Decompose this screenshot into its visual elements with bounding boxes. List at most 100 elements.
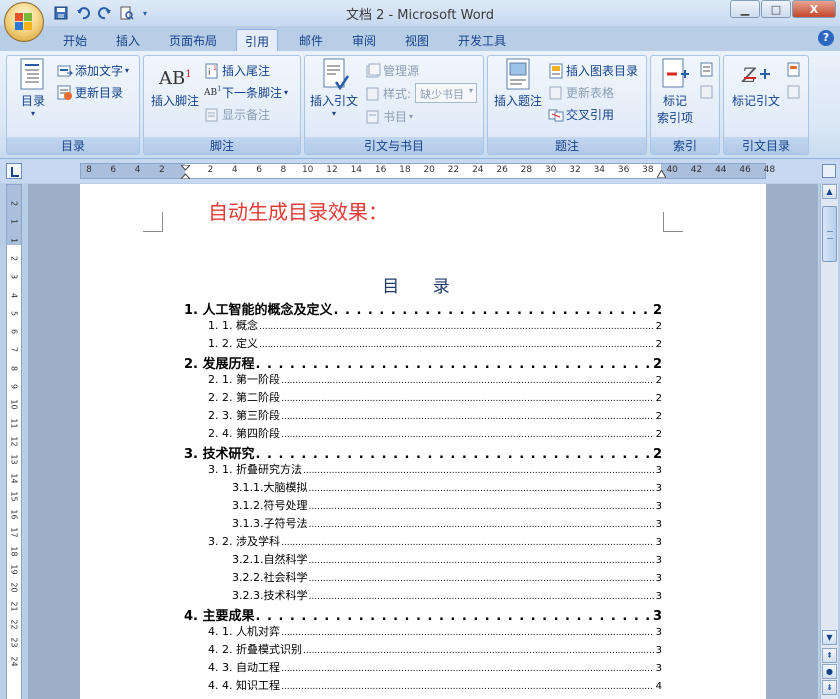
- bibliography-style-value: 缺少书目: [420, 88, 464, 101]
- toc-entry[interactable]: 4. 4. 知识工程 4: [184, 677, 662, 693]
- view-ruler-icon[interactable]: [822, 164, 836, 178]
- toc-entry[interactable]: 2. 4. 第四阶段 2: [184, 425, 662, 441]
- table-of-contents-icon: [17, 58, 49, 90]
- toc-entry[interactable]: 2. 发展历程 2: [184, 353, 662, 372]
- ruler-number: 18: [399, 165, 411, 175]
- toc-entry[interactable]: 3.2.2.社会科学 3: [184, 569, 662, 585]
- toc-entry-text: 2. 2. 第二阶段: [208, 391, 280, 404]
- close-button[interactable]: X: [792, 0, 836, 18]
- tab-view[interactable]: 视图: [397, 29, 437, 51]
- toc-page-number: 2: [655, 339, 662, 350]
- toc-entry-text: 4. 1. 人机对弈: [208, 625, 280, 638]
- update-table-button[interactable]: 更新表格: [548, 84, 614, 101]
- select-browse-object-button[interactable]: ●: [822, 664, 837, 679]
- vertical-scrollbar[interactable]: ▲ ▼ ⇞ ● ⇟: [820, 184, 838, 699]
- insert-table-of-figures-label: 插入图表目录: [566, 64, 639, 78]
- insert-citation-button[interactable]: 插入引文 ▾: [307, 58, 361, 118]
- toc-button[interactable]: 目录 ▾: [13, 58, 53, 118]
- mark-citation-button[interactable]: Z 标记引文: [728, 58, 784, 109]
- mark-entry-button[interactable]: 标记 索引项: [655, 58, 695, 126]
- insert-table-of-figures-button[interactable]: 插入图表目录: [548, 62, 638, 79]
- maximize-button[interactable]: □: [761, 0, 791, 18]
- vertical-ruler-number: 5: [9, 310, 19, 316]
- tab-stop-selector-icon[interactable]: [6, 163, 22, 179]
- toc-entry[interactable]: 2. 3. 第三阶段 2: [184, 407, 662, 423]
- ruler-number: 24: [472, 165, 484, 175]
- bibliography-button[interactable]: 书目 ▾: [365, 108, 413, 125]
- toc-page-number: 2: [655, 429, 662, 440]
- insert-caption-button[interactable]: 插入题注: [490, 58, 546, 109]
- insert-footnote-button[interactable]: AB1 插入脚注: [148, 58, 202, 109]
- update-toc-button[interactable]: 更新目录: [57, 84, 123, 101]
- toc-entry[interactable]: 3. 技术研究 2: [184, 443, 662, 462]
- toc-entry[interactable]: 3. 1. 折叠研究方法 3: [184, 461, 662, 477]
- mark-entry-icon: [659, 58, 691, 90]
- office-button[interactable]: [4, 2, 44, 42]
- toc-entry[interactable]: 3.1.2.符号处理 3: [184, 497, 662, 513]
- toc-entry[interactable]: 3.1.1.大脑模拟 3: [184, 479, 662, 495]
- tab-mailings[interactable]: 邮件: [291, 29, 331, 51]
- tab-insert[interactable]: 插入: [108, 29, 148, 51]
- update-toc-label: 更新目录: [75, 86, 124, 100]
- toc-page-number: 2: [655, 411, 662, 422]
- insert-endnote-button[interactable]: i1 插入尾注: [204, 62, 270, 79]
- update-toa-button[interactable]: [786, 84, 804, 100]
- bibliography-icon: [365, 109, 381, 125]
- tab-references[interactable]: 引用: [236, 29, 279, 51]
- next-page-button[interactable]: ⇟: [822, 680, 837, 695]
- toc-entry[interactable]: 2. 2. 第二阶段 2: [184, 389, 662, 405]
- style-label-area: 样式:: [365, 85, 411, 102]
- update-index-button[interactable]: [699, 84, 717, 100]
- bibliography-style-select[interactable]: 缺少书目 ▾: [415, 83, 477, 103]
- tab-home[interactable]: 开始: [55, 29, 95, 51]
- toc-entry[interactable]: 1. 2. 定义 2: [184, 335, 662, 351]
- document-page[interactable]: 自动生成目录效果： 目 录 1. 人工智能的概念及定义21. 1. 概念21. …: [80, 184, 766, 699]
- tab-developer[interactable]: 开发工具: [450, 29, 514, 51]
- toc-entry-text: 4. 主要成果: [184, 609, 255, 624]
- style-icon: [365, 86, 381, 102]
- manage-sources-button[interactable]: 管理源: [365, 62, 419, 79]
- vertical-ruler[interactable]: 2 1 1 2 3 4 5 6 7 8 9 10 11 12 13 14 15 16 17 18 19 20 21 22 23 2…: [6, 184, 22, 699]
- toc-page-number: 3: [655, 537, 662, 548]
- help-icon[interactable]: ?: [818, 30, 834, 46]
- ruler-number: 34: [593, 165, 606, 175]
- tab-page-layout[interactable]: 页面布局: [161, 29, 225, 51]
- add-text-button[interactable]: 添加文字 ▾: [57, 62, 129, 79]
- toc-entry[interactable]: 3. 2. 涉及学科 3: [184, 533, 662, 549]
- toc-page-number: 3: [655, 627, 662, 638]
- minimize-button[interactable]: ▁: [730, 0, 760, 18]
- toc-entry[interactable]: 1. 1. 概念 2: [184, 317, 662, 333]
- tab-review[interactable]: 审阅: [344, 29, 384, 51]
- toc-entry[interactable]: 4. 3. 自动工程 3: [184, 659, 662, 675]
- show-notes-icon: [204, 107, 220, 123]
- previous-page-button[interactable]: ⇞: [822, 648, 837, 663]
- toc-entry[interactable]: 1. 人工智能的概念及定义 2: [184, 299, 662, 318]
- vertical-ruler-number: 13: [9, 454, 19, 465]
- indent-marker-icon[interactable]: [181, 165, 190, 179]
- toc-entry[interactable]: 4. 2. 折叠模式识别 3: [184, 641, 662, 657]
- toc-entry-text: 1. 人工智能的概念及定义: [184, 303, 333, 318]
- toc-entry[interactable]: 3.2.3.技术科学 3: [184, 587, 662, 603]
- ruler-number: 46: [739, 165, 751, 175]
- vertical-ruler-number: 20: [9, 582, 19, 593]
- toc-entry-text: 3.1.2.符号处理: [232, 499, 308, 512]
- toc-entry[interactable]: 2. 1. 第一阶段 2: [184, 371, 662, 387]
- toc-entry[interactable]: 4. 1. 人机对弈 3: [184, 623, 662, 639]
- ruler-row: 8 6 4 2 2 4 6 8 10 12 14 16 18 20 22 24 26 28 30 32 34 36 38 40…: [0, 159, 840, 183]
- cross-reference-button[interactable]: 交叉引用: [548, 106, 614, 123]
- toc-entry-text: 2. 4. 第四阶段: [208, 427, 280, 440]
- horizontal-ruler[interactable]: 8 6 4 2 2 4 6 8 10 12 14 16 18 20 22 24 26 28 30 32 34 36 38 40…: [80, 163, 775, 179]
- next-footnote-button[interactable]: AB1 下一条脚注 ▾: [204, 84, 288, 101]
- toc-entry[interactable]: 3.1.3.子符号法 3: [184, 515, 662, 531]
- ruler-number: 48: [763, 165, 776, 175]
- toc-entry[interactable]: 3.2.1.自然科学 3: [184, 551, 662, 567]
- scroll-thumb[interactable]: [822, 206, 837, 262]
- toc-entry[interactable]: 4. 主要成果 3: [184, 605, 662, 624]
- toc-page-number: 3: [655, 573, 662, 584]
- insert-index-button[interactable]: [699, 62, 717, 78]
- scroll-up-button[interactable]: ▲: [822, 184, 837, 199]
- chevron-down-icon: ▾: [284, 88, 289, 97]
- show-notes-button[interactable]: 显示备注: [204, 106, 270, 123]
- scroll-down-button[interactable]: ▼: [822, 630, 837, 645]
- insert-toa-button[interactable]: [786, 62, 804, 78]
